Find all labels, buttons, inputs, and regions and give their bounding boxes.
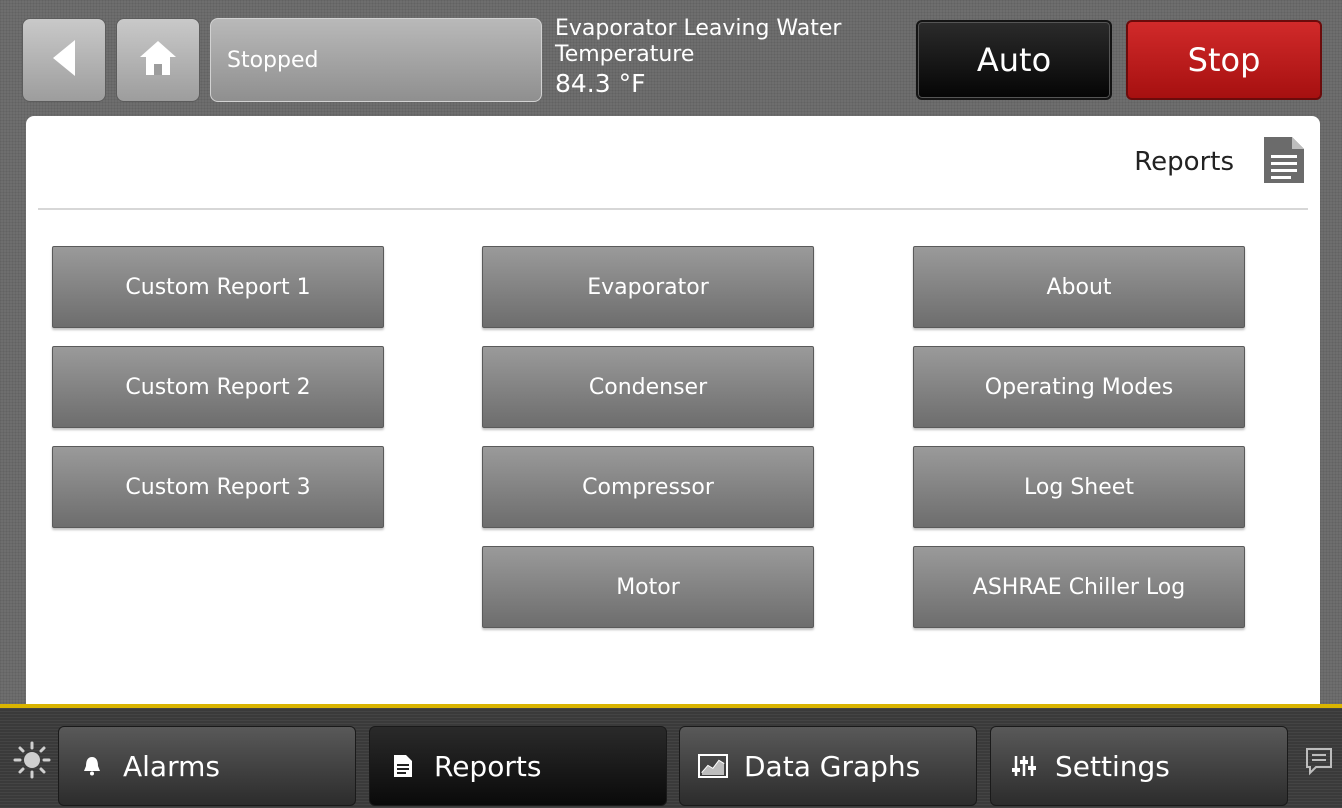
about-button[interactable]: About xyxy=(913,246,1245,328)
custom-report-3-button[interactable]: Custom Report 3 xyxy=(52,446,384,528)
sun-icon xyxy=(13,741,51,783)
motor-button[interactable]: Motor xyxy=(482,546,814,628)
custom-report-2-button[interactable]: Custom Report 2 xyxy=(52,346,384,428)
tab-label: Data Graphs xyxy=(744,749,921,783)
back-button[interactable] xyxy=(22,18,106,102)
document-icon xyxy=(1262,135,1306,189)
compressor-button[interactable]: Compressor xyxy=(482,446,814,528)
log-sheet-button[interactable]: Log Sheet xyxy=(913,446,1245,528)
stop-button[interactable]: Stop xyxy=(1126,20,1322,100)
status-text: Stopped xyxy=(227,47,319,73)
bottom-nav-bar: Alarms Reports Data Graphs Settings xyxy=(0,704,1342,808)
tab-settings[interactable]: Settings xyxy=(990,726,1288,806)
evaporator-button[interactable]: Evaporator xyxy=(482,246,814,328)
page-title: Reports xyxy=(1134,147,1234,177)
tab-data-graphs[interactable]: Data Graphs xyxy=(679,726,977,806)
sliders-icon xyxy=(1009,754,1039,778)
reports-panel: Reports Custom Report 1 Custom Report 2 … xyxy=(26,116,1320,704)
document-icon xyxy=(388,754,418,778)
status-display: Stopped xyxy=(210,18,542,102)
page-header: Reports xyxy=(1134,136,1306,188)
tab-label: Settings xyxy=(1055,749,1170,783)
message-button[interactable] xyxy=(1304,748,1334,778)
temperature-label: Evaporator Leaving Water Temperature xyxy=(555,16,842,67)
header-divider xyxy=(38,208,1308,210)
auto-button[interactable]: Auto xyxy=(916,20,1112,100)
top-bar: Stopped Evaporator Leaving Water Tempera… xyxy=(0,0,1342,112)
speech-bubble-icon xyxy=(1304,746,1334,780)
ashrae-chiller-log-button[interactable]: ASHRAE Chiller Log xyxy=(913,546,1245,628)
temperature-readout: Evaporator Leaving Water Temperature 84.… xyxy=(555,16,895,100)
home-button[interactable] xyxy=(116,18,200,102)
operating-modes-button[interactable]: Operating Modes xyxy=(913,346,1245,428)
back-arrow-icon xyxy=(51,38,77,82)
custom-report-1-button[interactable]: Custom Report 1 xyxy=(52,246,384,328)
graph-icon xyxy=(698,754,728,778)
tab-reports[interactable]: Reports xyxy=(369,726,667,806)
brightness-button[interactable] xyxy=(12,741,52,783)
tab-label: Alarms xyxy=(123,749,220,783)
tab-label: Reports xyxy=(434,749,542,783)
home-icon xyxy=(138,39,178,81)
bell-icon xyxy=(77,756,107,776)
tab-alarms[interactable]: Alarms xyxy=(58,726,356,806)
temperature-value: 84.3 °F xyxy=(555,69,646,98)
condenser-button[interactable]: Condenser xyxy=(482,346,814,428)
